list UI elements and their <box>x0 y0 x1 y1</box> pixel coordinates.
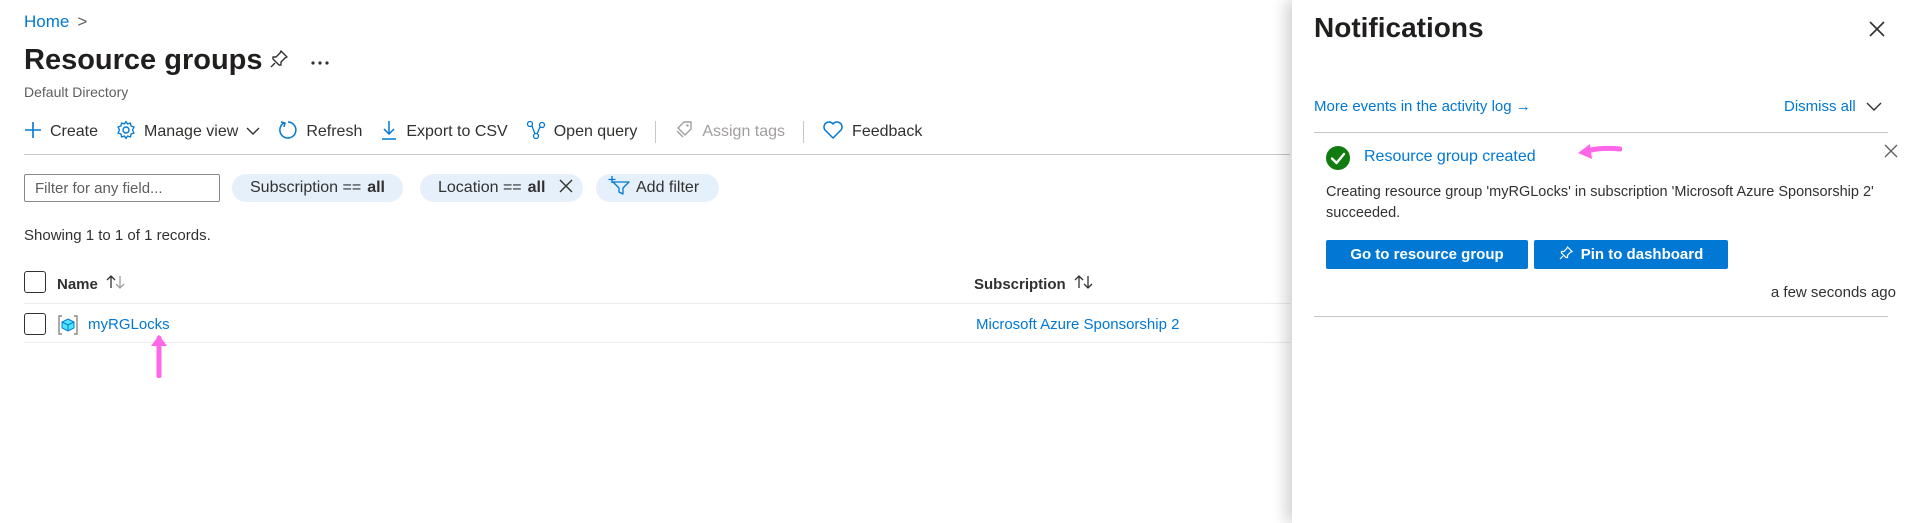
resource-group-icon <box>57 314 79 336</box>
create-label: Create <box>50 123 99 140</box>
heart-icon <box>822 120 844 145</box>
page-title: Resource groups <box>24 44 263 76</box>
success-check-icon <box>1326 146 1350 170</box>
subscription-filter-pill[interactable]: Subscription == all <box>232 174 403 202</box>
column-name-label: Name <box>57 275 98 293</box>
download-icon <box>380 120 398 145</box>
breadcrumb: Home > <box>24 12 87 32</box>
pin-to-dashboard-button[interactable]: Pin to dashboard <box>1534 240 1728 269</box>
title-actions <box>270 50 330 73</box>
query-icon <box>526 120 546 145</box>
notification-title-link[interactable]: Resource group created <box>1364 148 1536 166</box>
subscription-link[interactable]: Microsoft Azure Sponsorship 2 <box>976 316 1179 333</box>
notification-body: Creating resource group 'myRGLocks' in s… <box>1326 184 1874 221</box>
add-filter-label: Add filter <box>636 179 700 196</box>
activity-log-link[interactable]: More events in the activity log → <box>1314 98 1531 115</box>
manage-view-label: Manage view <box>144 123 239 140</box>
column-header-name[interactable]: Name <box>57 274 126 294</box>
filter-add-icon <box>608 175 630 201</box>
refresh-button[interactable]: Refresh <box>278 120 362 145</box>
feedback-button[interactable]: Feedback <box>822 120 922 145</box>
chevron-down-icon <box>1866 98 1882 115</box>
tag-icon <box>674 120 694 145</box>
notifications-title: Notifications <box>1314 12 1484 43</box>
go-to-resource-group-label: Go to resource group <box>1350 246 1504 263</box>
annotation-arrow-left-icon <box>1578 144 1622 159</box>
assign-tags-button[interactable]: Assign tags <box>674 120 785 145</box>
create-button[interactable]: Create <box>24 121 98 144</box>
sort-icon <box>1074 274 1094 294</box>
assign-tags-label: Assign tags <box>702 123 786 140</box>
manage-view-button[interactable]: Manage view <box>116 120 260 145</box>
dismiss-all-button[interactable]: Dismiss all <box>1784 98 1882 115</box>
dismiss-all-label: Dismiss all <box>1784 98 1856 115</box>
panel-divider <box>1314 132 1888 133</box>
records-count: Showing 1 to 1 of 1 records. <box>24 227 211 244</box>
refresh-label: Refresh <box>306 123 363 140</box>
chevron-down-icon <box>246 123 260 141</box>
location-filter-label: Location == <box>438 179 522 196</box>
page-subtitle: Default Directory <box>24 84 129 100</box>
breadcrumb-home-link[interactable]: Home <box>24 12 69 32</box>
breadcrumb-separator-icon: > <box>77 12 88 31</box>
location-filter-pill[interactable]: Location == all <box>420 174 584 202</box>
toolbar-divider <box>803 121 805 143</box>
subscription-filter-label: Subscription == <box>250 179 362 196</box>
pin-to-dashboard-label: Pin to dashboard <box>1580 246 1704 263</box>
export-csv-button[interactable]: Export to CSV <box>380 120 508 145</box>
notifications-panel: Notifications More events in the activit… <box>1292 0 1920 523</box>
sort-icon <box>106 274 126 294</box>
location-filter-value: all <box>527 179 546 196</box>
column-header-subscription[interactable]: Subscription <box>974 274 1094 294</box>
table-row-divider <box>24 342 1290 343</box>
feedback-label: Feedback <box>852 123 923 140</box>
dismiss-notification-icon[interactable] <box>1884 144 1898 158</box>
panel-divider <box>1314 316 1888 317</box>
open-query-label: Open query <box>553 123 638 140</box>
row-checkbox[interactable] <box>24 313 46 335</box>
command-bar: Create Manage view Refresh Export to CSV… <box>24 118 940 146</box>
export-csv-label: Export to CSV <box>406 123 508 140</box>
toolbar-divider <box>655 121 657 143</box>
filter-input[interactable] <box>24 174 220 202</box>
resource-group-link[interactable]: myRGLocks <box>88 316 170 333</box>
close-icon[interactable] <box>559 179 573 198</box>
pin-icon[interactable] <box>270 50 288 73</box>
column-subscription-label: Subscription <box>974 275 1066 293</box>
add-filter-button[interactable]: Add filter <box>596 174 720 202</box>
select-all-checkbox[interactable] <box>24 271 46 293</box>
more-icon[interactable] <box>310 53 330 71</box>
annotation-arrow-up-icon <box>151 335 167 378</box>
refresh-icon <box>278 120 298 145</box>
gear-icon <box>116 120 136 145</box>
toolbar-divider-line <box>24 154 1290 155</box>
table-header-divider <box>24 303 1290 304</box>
open-query-button[interactable]: Open query <box>526 120 638 145</box>
close-icon[interactable] <box>1866 18 1888 40</box>
plus-icon <box>24 121 42 144</box>
pin-icon <box>1559 245 1573 264</box>
go-to-resource-group-button[interactable]: Go to resource group <box>1326 240 1528 269</box>
subscription-filter-value: all <box>367 179 385 196</box>
notification-timestamp: a few seconds ago <box>1770 284 1896 301</box>
